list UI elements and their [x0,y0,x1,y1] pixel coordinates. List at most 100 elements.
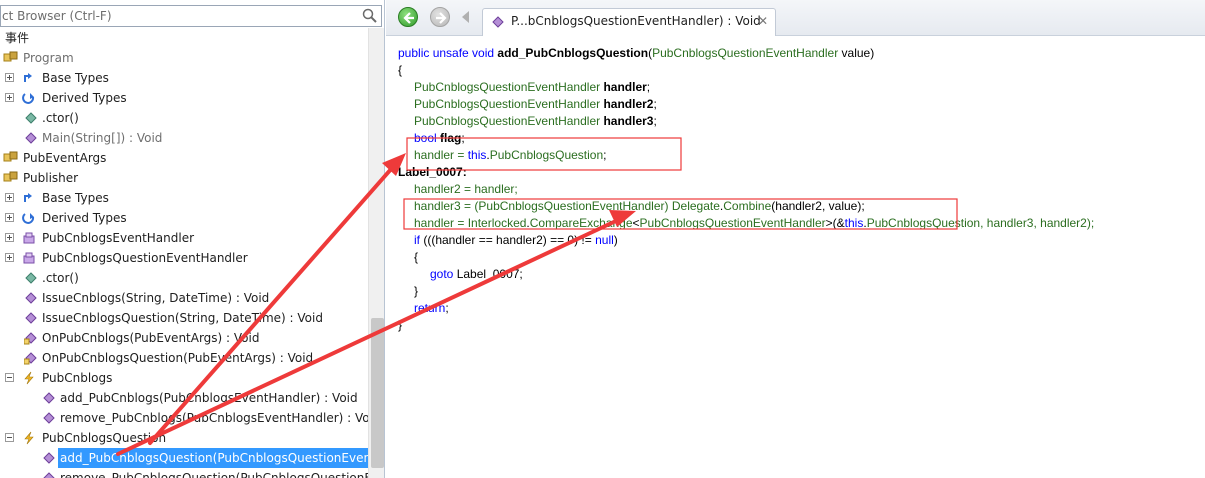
code-line: return; [414,300,449,317]
code-token: this [844,216,864,230]
base-types-icon [22,191,36,205]
tree-item-label: Program [23,51,74,65]
method-icon [42,411,56,425]
code-label: Label_0007: [398,165,467,179]
code-token: this [467,148,487,162]
expand-icon[interactable] [5,253,14,262]
code-line: if (((handler == handler2) == 0) != null… [414,232,618,249]
code-token: (handler2, value); [771,199,865,213]
type-link[interactable]: PubCnblogsQuestionEventHandler [414,97,603,111]
method-icon [24,311,38,325]
tree-item-label: PubCnblogsEventHandler [42,231,195,245]
type-link[interactable]: PubCnblogsQuestionEventHandler [414,114,603,128]
tree-view[interactable]: 事件 Program Base Types Derived Types .cto… [0,28,384,478]
tab-label: P...bCnblogsQuestionEventHandler) : Void [511,14,761,28]
tree-item-label: IssueCnblogs(String, DateTime) : Void [42,291,270,305]
code-token: handler = [414,148,468,162]
back-button[interactable] [398,7,418,27]
code-token: ) [664,199,672,213]
code-line: { [398,63,403,77]
method-link[interactable]: CompareExchange [530,216,633,230]
code-token: , handler3, handler2); [980,216,1095,230]
delegate-icon [22,231,36,245]
expand-icon[interactable] [5,213,14,222]
tree-item-label: add_PubCnblogs(PubCnblogsEventHandler) :… [60,391,358,405]
method-icon [24,291,38,305]
code-line: PubCnblogsQuestionEventHandler handler; [414,79,650,96]
code-token: handler3 = ( [414,199,479,213]
code-token: (((handler == handler2) == 0) != [420,233,596,247]
code-token: ; [646,80,651,94]
code-token: Label_0007; [453,267,523,281]
code-token: ) [613,233,618,247]
tree-item-label: remove_PubCnblogsQuestion(PubCnblogsQues… [60,471,384,478]
constructor-icon [24,111,38,125]
history-dropdown-icon[interactable] [462,11,469,23]
derived-types-icon [22,91,36,105]
collapse-icon[interactable] [5,433,14,442]
method-icon [42,471,56,478]
expand-icon[interactable] [5,73,14,82]
type-link[interactable]: Interlocked [468,216,527,230]
code-token: ; [653,114,657,128]
code-token: public unsafe void [398,46,498,60]
derived-types-icon [22,211,36,225]
method-icon [42,391,56,405]
tree-item-label: .ctor() [42,111,79,125]
type-link[interactable]: PubCnblogsQuestionEventHandler [640,216,826,230]
code-token: return [414,301,446,315]
type-link[interactable]: PubCnblogsQuestionEventHandler [478,199,664,213]
tree-scrollbar[interactable] [368,28,384,478]
code-token: < [632,216,640,230]
event-icon [22,431,36,445]
type-link[interactable]: Delegate [672,199,720,213]
close-icon[interactable]: ✕ [758,14,768,28]
tree-item-label: PubEventArgs [23,151,107,165]
search-box[interactable]: ct Browser (Ctrl-F) [0,5,382,27]
protected-method-icon [23,331,38,345]
search-icon[interactable] [361,7,379,25]
code-token: >(& [825,216,845,230]
tree-item-label: Main(String[]) : Void [42,131,163,145]
forward-button[interactable] [430,7,450,27]
tree-item-label: Derived Types [42,211,127,225]
event-icon [22,371,36,385]
code-token: handler = [414,216,468,230]
code-token: ; [461,131,465,145]
search-input[interactable]: ct Browser (Ctrl-F) [2,9,112,23]
arrow-right-icon [436,12,447,24]
class-browser-panel: ct Browser (Ctrl-F) 事件 Program Base Type… [0,0,385,478]
code-line: handler2 = handler; [414,182,518,196]
code-view[interactable]: public unsafe void add_PubCnblogsQuestio… [386,37,1205,478]
code-token: value) [838,46,875,60]
tree-item-label: add_PubCnblogsQuestion(PubCnblogsQuestio… [58,448,384,468]
tree-item-label: OnPubCnblogsQuestion(PubEventArgs) : Voi… [42,351,314,365]
code-token: bool [414,131,441,145]
field-link[interactable]: PubCnblogsQuestion [867,216,980,230]
field-link[interactable]: PubCnblogsQuestion [490,148,603,162]
tree-item-label: OnPubCnblogs(PubEventArgs) : Void [42,331,260,345]
tree-item-label: PubCnblogsQuestion [42,431,167,445]
expand-icon[interactable] [5,93,14,102]
tree-item-label: Derived Types [42,91,127,105]
code-token: flag [440,131,462,145]
tree-item-label: Base Types [42,191,109,205]
tab-add-pubcnblogsquestion[interactable]: P...bCnblogsQuestionEventHandler) : Void… [482,8,776,36]
code-line: public unsafe void add_PubCnblogsQuestio… [398,45,874,62]
method-name-link[interactable]: add_PubCnblogsQuestion [497,46,648,60]
expand-icon[interactable] [5,193,14,202]
collapse-icon[interactable] [5,373,14,382]
code-line: } [414,284,419,298]
type-link[interactable]: PubCnblogsQuestionEventHandler [414,80,603,94]
code-line: goto Label_0007; [430,266,523,283]
tree-item-label: 事件 [5,31,30,45]
scrollbar-thumb[interactable] [371,318,384,468]
method-link[interactable]: Combine [723,199,771,213]
class-icon [3,151,18,165]
tree-item-label: PubCnblogs [42,371,113,385]
expand-icon[interactable] [5,233,14,242]
code-line: } [398,318,403,332]
code-token: ; [445,301,449,315]
type-link[interactable]: PubCnblogsQuestionEventHandler [652,46,838,60]
class-icon [3,51,18,65]
